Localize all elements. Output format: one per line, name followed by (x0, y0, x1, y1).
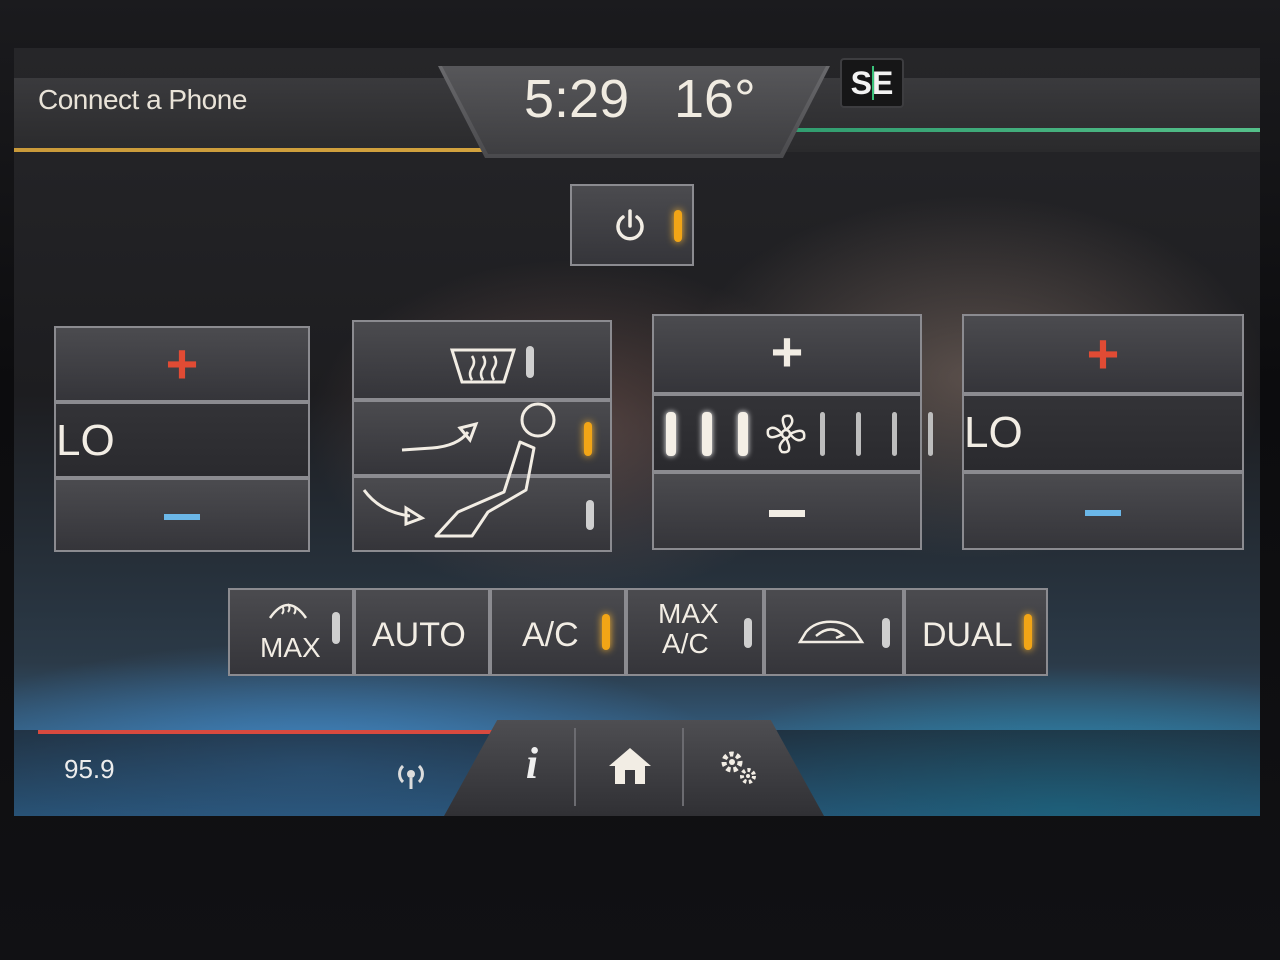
outside-temperature: 16° (674, 69, 756, 129)
radio-broadcast-icon (398, 764, 424, 789)
driver-temp-down-button[interactable] (54, 478, 310, 552)
fan-level-bar (666, 412, 676, 456)
recirculate-indicator (882, 618, 890, 648)
power-icon (616, 209, 644, 241)
minus-icon (769, 510, 805, 517)
info-button[interactable]: i (478, 724, 586, 810)
minus-icon (164, 514, 200, 520)
auto-label: AUTO (372, 616, 466, 654)
fan-level-bar (820, 412, 825, 456)
status-accent-left (14, 148, 494, 152)
clock: 5:29 (524, 69, 630, 129)
recirculate-button[interactable] (764, 588, 904, 676)
floor-vent-indicator (586, 500, 594, 530)
minus-icon (1085, 510, 1121, 516)
ac-label: A/C (522, 616, 579, 654)
plus-icon: + (770, 320, 804, 383)
plus-icon: + (165, 332, 199, 395)
rear-defrost-icon (449, 348, 517, 384)
max-ac-indicator (744, 618, 752, 648)
airflow-control (352, 320, 612, 552)
dual-button[interactable]: DUAL (904, 588, 1048, 676)
fan-level-bar (892, 412, 897, 456)
status-accent-right (774, 128, 1260, 132)
fan-icon (766, 414, 806, 454)
defrost-indicator (526, 346, 534, 378)
passenger-temp-control: + LO (962, 314, 1244, 550)
home-button[interactable] (576, 724, 684, 810)
climate-power-button[interactable] (570, 184, 694, 266)
max-ac-label-top: MAX (658, 598, 719, 629)
max-ac-button[interactable]: MAX A/C (626, 588, 764, 676)
fan-level-bar (928, 412, 933, 456)
max-defrost-indicator (332, 612, 340, 644)
auto-button[interactable]: AUTO (354, 588, 490, 676)
defrost-button[interactable] (352, 320, 612, 400)
max-defrost-label: MAX (260, 632, 321, 663)
dual-label: DUAL (922, 616, 1013, 654)
home-icon (609, 748, 651, 784)
settings-icon (721, 751, 756, 784)
fan-level-bar (702, 412, 712, 456)
ac-indicator (602, 614, 610, 650)
fan-up-button[interactable]: + (652, 314, 922, 394)
passenger-temp-down-button[interactable] (962, 472, 1244, 550)
panel-vent-icon (401, 421, 479, 452)
recirculate-icon (797, 620, 865, 644)
fan-down-button[interactable] (652, 472, 922, 550)
front-defrost-icon (268, 603, 308, 619)
max-ac-label-bottom: A/C (662, 628, 709, 659)
passenger-temp-up-button[interactable]: + (962, 314, 1244, 394)
floor-vent-icon (362, 489, 426, 526)
fan-control: + (652, 314, 933, 550)
compass-indicator: SE (840, 58, 904, 108)
dual-indicator (1024, 614, 1032, 650)
fan-level-bar (856, 412, 861, 456)
driver-temp-up-button[interactable]: + (54, 326, 310, 402)
ac-button[interactable]: A/C (490, 588, 626, 676)
info-icon: i (525, 739, 539, 788)
settings-button[interactable] (684, 724, 792, 810)
plus-icon: + (1086, 322, 1120, 385)
fan-speed-display (652, 394, 933, 472)
connect-phone-link[interactable]: Connect a Phone (38, 84, 247, 116)
fan-level-bar (738, 412, 748, 456)
max-defrost-button[interactable]: MAX (228, 588, 354, 676)
panel-vent-indicator (584, 422, 592, 456)
floor-vent-button[interactable] (352, 476, 612, 552)
power-indicator (674, 210, 682, 242)
panel-vent-button[interactable] (352, 400, 612, 476)
sync-screen: Connect a Phone 5:29 16° SE + LO + + LO … (14, 48, 1260, 816)
radio-frequency[interactable]: 95.9 (64, 754, 115, 785)
footer-accent-line (38, 730, 498, 734)
driver-temp-control: + LO (54, 326, 310, 552)
driver-temp-display: LO (54, 402, 310, 478)
clock-tab (438, 66, 830, 158)
passenger-temp-display: LO (962, 394, 1244, 472)
